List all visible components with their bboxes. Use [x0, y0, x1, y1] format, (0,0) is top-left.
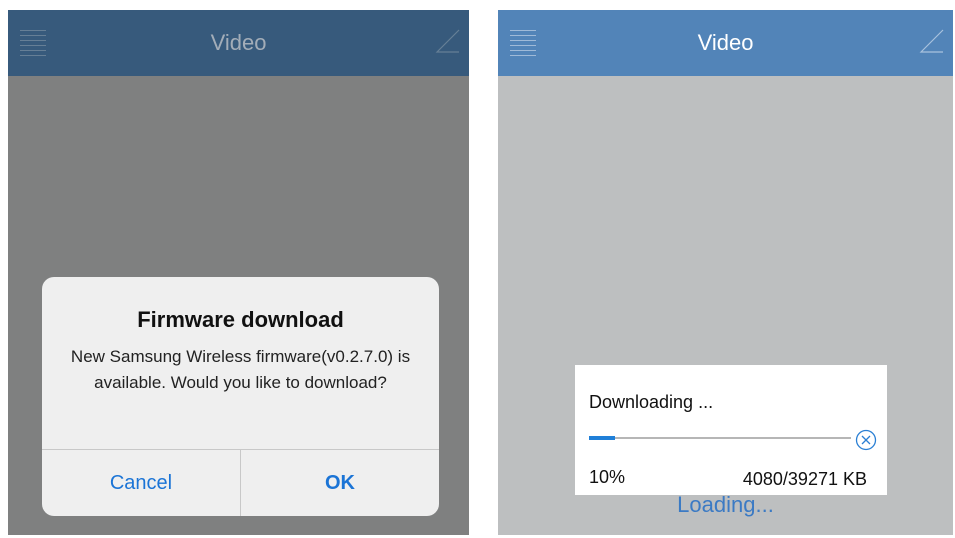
firmware-alert-dialog: Firmware download New Samsung Wireless f…	[42, 277, 439, 516]
alert-title: Firmware download	[137, 307, 344, 332]
progress-fill	[589, 436, 616, 440]
nav-title: Video	[210, 30, 267, 55]
triangle-icon[interactable]	[919, 28, 945, 54]
navbar: Video	[8, 10, 469, 76]
download-percent: 10%	[589, 467, 626, 487]
download-progress-bar	[589, 436, 851, 440]
nav-title: Video	[697, 30, 754, 55]
cancel-button[interactable]: Cancel	[42, 450, 240, 516]
download-title: Downloading ...	[589, 392, 714, 412]
left-screen: Video Firmware download New Samsung Wire…	[8, 10, 469, 535]
ok-button[interactable]: OK	[241, 450, 439, 516]
circle-x-icon[interactable]	[855, 429, 877, 451]
navbar: Video	[498, 10, 953, 76]
triangle-icon[interactable]	[435, 28, 461, 54]
download-size: 4080/39271 KB	[742, 469, 867, 489]
alert-message: New Samsung Wireless firmware(v0.2.7.0) …	[70, 347, 411, 392]
loading-label: Loading...	[677, 492, 774, 517]
download-progress-dialog: Downloading ... 10% 4080/39271 KB	[575, 365, 887, 495]
right-screen: Video Loading... Downloading ... 10% 408…	[498, 10, 953, 535]
